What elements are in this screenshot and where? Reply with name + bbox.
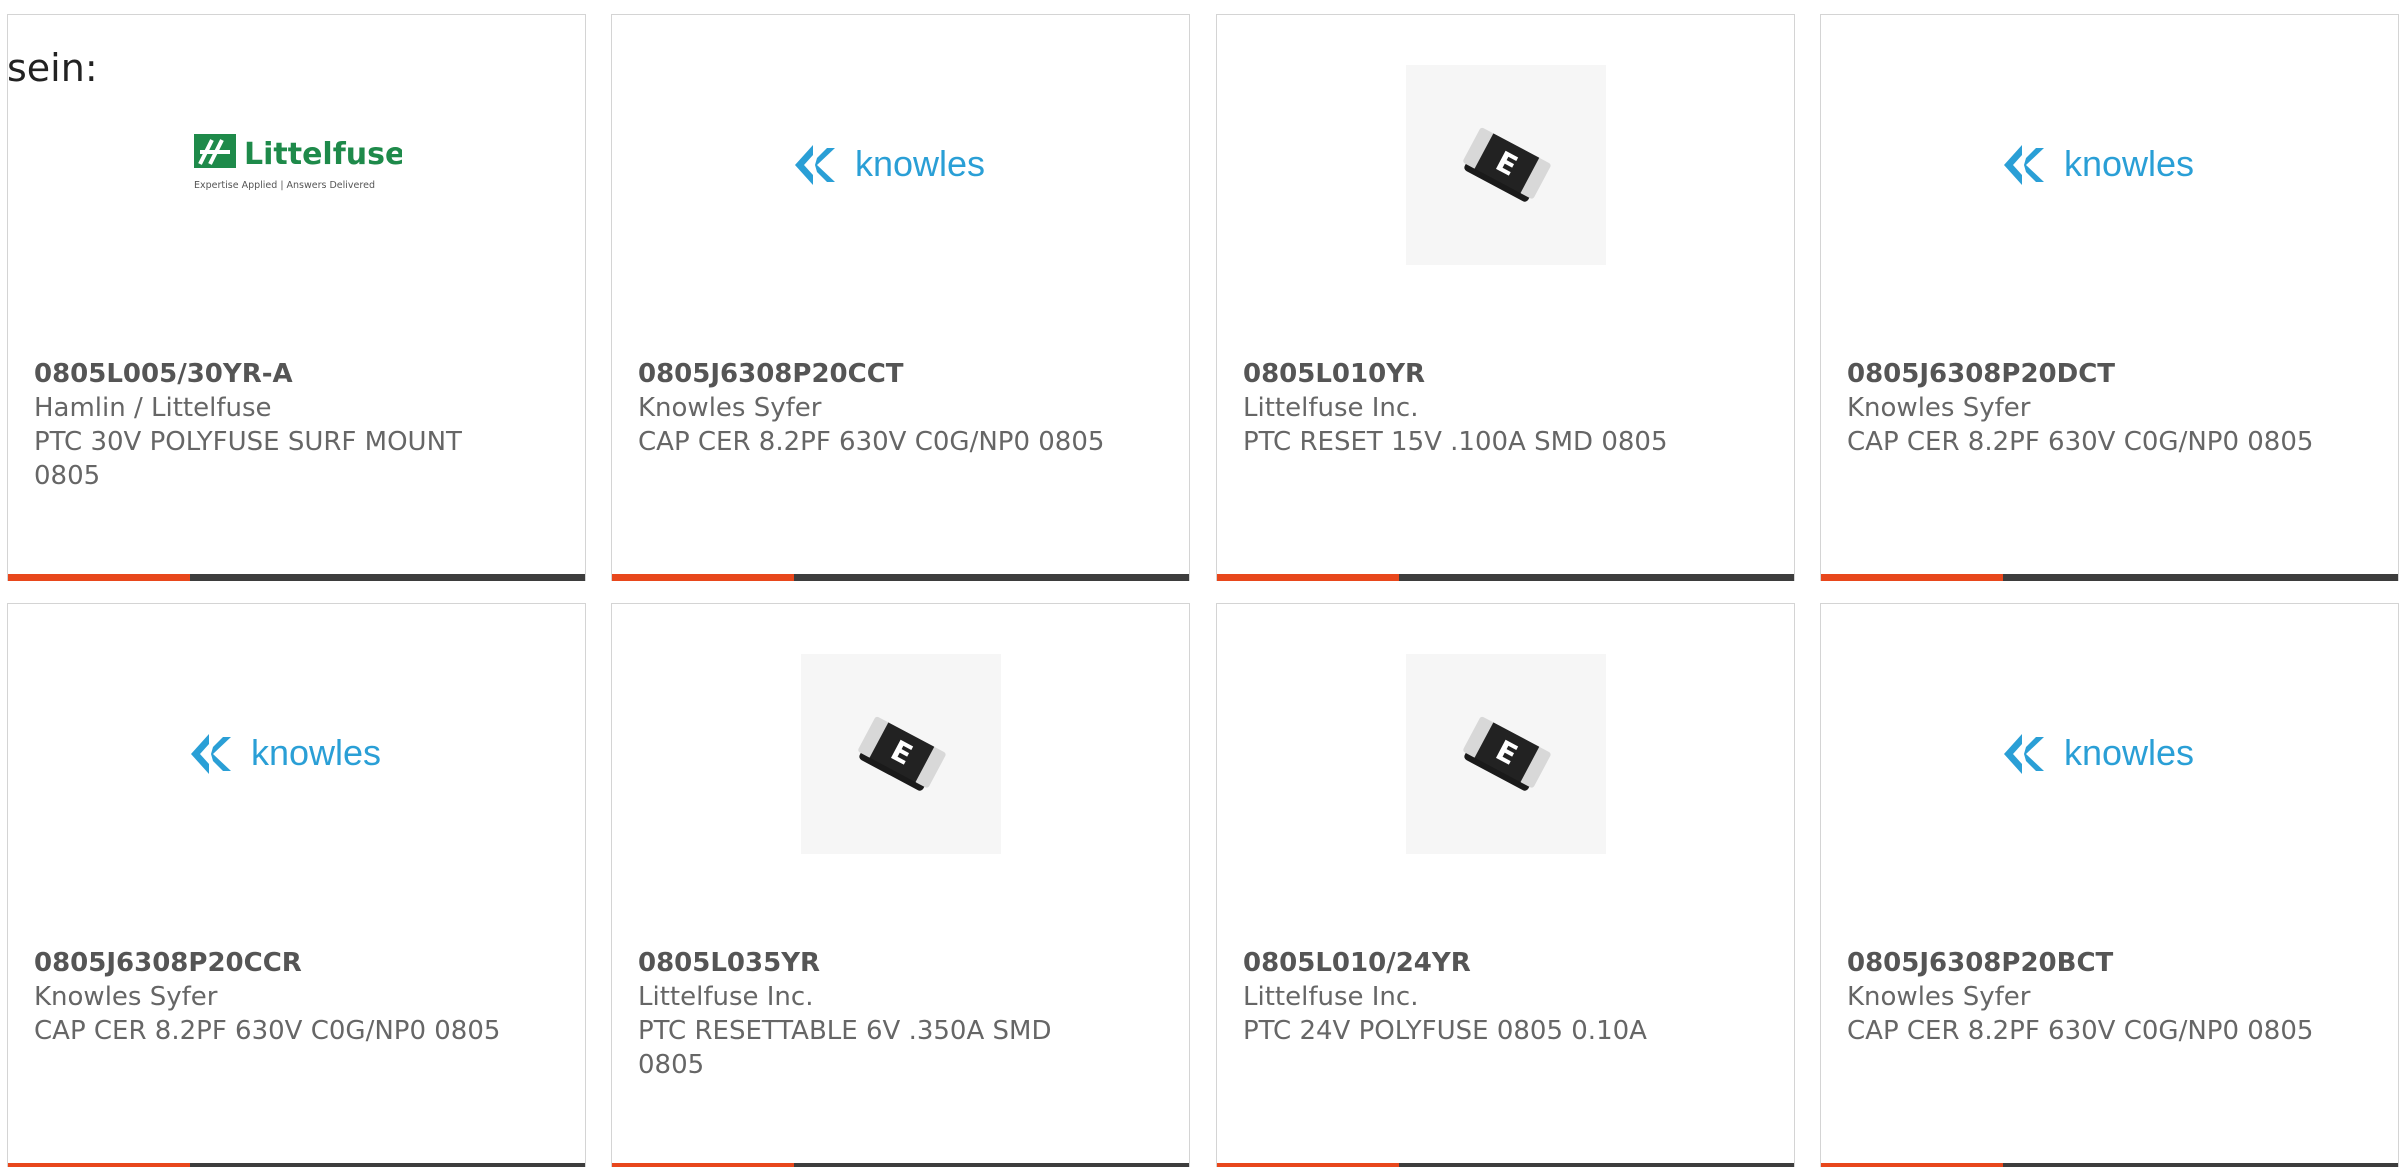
card-bottom-accent (1821, 574, 2003, 581)
product-description: CAP CER 8.2PF 630V C0G/NP0 0805 (1847, 1016, 2314, 1046)
card-bottom-accent (1217, 574, 1399, 581)
manufacturer-name: Littelfuse Inc. (1243, 982, 1419, 1012)
product-description: PTC 24V POLYFUSE 0805 0.10A (1243, 1016, 1647, 1046)
littelfuse-logo-text: Littelfuse (244, 137, 402, 172)
card-bottom-accent (8, 574, 190, 581)
product-description: CAP CER 8.2PF 630V C0G/NP0 0805 (638, 427, 1105, 457)
card-bottom-bar (612, 1163, 1189, 1167)
product-description: PTC 30V POLYFUSE SURF MOUNT 0805 (34, 427, 462, 491)
card-bottom-bar (8, 1163, 585, 1167)
manufacturer-name: Knowles Syfer (34, 982, 218, 1012)
card-bottom-accent (1821, 1163, 2003, 1167)
product-card[interactable]: knowles 0805J6308P20DCT Knowles Syfer CAP C… (1820, 14, 2399, 581)
product-info: 0805J6308P20CCR Knowles Syfer CAP CER 8.2P… (34, 946, 565, 1048)
part-number-link[interactable]: 0805J6308P20DCT (1847, 357, 2378, 391)
manufacturer-name: Littelfuse Inc. (1243, 393, 1419, 423)
manufacturer-name: Knowles Syfer (1847, 393, 2031, 423)
product-grid-page: sein: Littelfuse Expertise Applied | Answ… (0, 0, 2400, 1167)
manufacturer-name: Knowles Syfer (638, 393, 822, 423)
card-bottom-bar (1217, 1163, 1794, 1167)
product-image[interactable]: E (1217, 65, 1794, 265)
fuse-chip-photo: E (1405, 65, 1606, 265)
product-card[interactable]: Littelfuse Expertise Applied | Answers De… (7, 14, 586, 581)
card-bottom-accent (8, 1163, 190, 1167)
product-description: CAP CER 8.2PF 630V C0G/NP0 0805 (34, 1016, 501, 1046)
card-bottom-bar (1217, 574, 1794, 581)
product-description: CAP CER 8.2PF 630V C0G/NP0 0805 (1847, 427, 2314, 457)
product-image[interactable]: Littelfuse Expertise Applied | Answers De… (8, 65, 585, 265)
manufacturer-name: Littelfuse Inc. (638, 982, 814, 1012)
knowles-logo: knowles (791, 140, 1011, 190)
fuse-chip-photo: E (800, 654, 1001, 854)
part-number-link[interactable]: 0805L035YR (638, 946, 1169, 980)
product-card[interactable]: knowles 0805J6308P20CCR Knowles Syfer CAP C… (7, 603, 586, 1167)
product-image[interactable]: knowles (8, 654, 585, 854)
product-card[interactable]: knowles 0805J6308P20BCT Knowles Syfer CAP C… (1820, 603, 2399, 1167)
product-image[interactable]: knowles (612, 65, 1189, 265)
card-bottom-accent (612, 574, 794, 581)
product-card[interactable]: E 0805L010YR Littelfuse Inc. PTC RESET 15V … (1216, 14, 1795, 581)
product-image[interactable]: knowles (1821, 654, 2398, 854)
product-info: 0805J6308P20BCT Knowles Syfer CAP CER 8.2P… (1847, 946, 2378, 1048)
part-number-link[interactable]: 0805L005/30YR-A (34, 357, 565, 391)
product-image[interactable]: E (1217, 654, 1794, 854)
product-info: 0805L010YR Littelfuse Inc. PTC RESET 15V .… (1243, 357, 1774, 459)
knowles-logo: knowles (187, 729, 407, 779)
card-bottom-bar (1821, 574, 2398, 581)
product-info: 0805J6308P20CCT Knowles Syfer CAP CER 8.2P… (638, 357, 1169, 459)
part-number-link[interactable]: 0805L010YR (1243, 357, 1774, 391)
product-card[interactable]: E 0805L035YR Littelfuse Inc. PTC RESETTABLE… (611, 603, 1190, 1167)
product-card[interactable]: knowles 0805J6308P20CCT Knowles Syfer CAP C… (611, 14, 1190, 581)
card-bottom-bar (8, 574, 585, 581)
card-bottom-accent (1217, 1163, 1399, 1167)
knowles-logo-text: knowles (251, 732, 381, 773)
product-card[interactable]: E 0805L010/24YR Littelfuse Inc. PTC 24V POL… (1216, 603, 1795, 1167)
littelfuse-logo: Littelfuse Expertise Applied | Answers De… (192, 130, 402, 200)
card-bottom-bar (612, 574, 1189, 581)
knowles-logo-text: knowles (2064, 732, 2194, 773)
fuse-chip-photo: E (1405, 654, 1606, 854)
product-description: PTC RESETTABLE 6V .350A SMD 0805 (638, 1016, 1052, 1080)
product-info: 0805J6308P20DCT Knowles Syfer CAP CER 8.2P… (1847, 357, 2378, 459)
littelfuse-tagline: Expertise Applied | Answers Delivered (194, 180, 375, 191)
manufacturer-name: Hamlin / Littelfuse (34, 393, 272, 423)
product-info: 0805L035YR Littelfuse Inc. PTC RESETTABLE … (638, 946, 1169, 1082)
knowles-logo: knowles (2000, 140, 2220, 190)
knowles-logo-text: knowles (2064, 143, 2194, 184)
knowles-logo-text: knowles (855, 143, 985, 184)
intro-text: sein: (7, 46, 98, 90)
product-info: 0805L010/24YR Littelfuse Inc. PTC 24V POLY… (1243, 946, 1774, 1048)
knowles-logo: knowles (2000, 729, 2220, 779)
product-image[interactable]: E (612, 654, 1189, 854)
part-number-link[interactable]: 0805J6308P20CCT (638, 357, 1169, 391)
product-description: PTC RESET 15V .100A SMD 0805 (1243, 427, 1668, 457)
product-image[interactable]: knowles (1821, 65, 2398, 265)
part-number-link[interactable]: 0805J6308P20BCT (1847, 946, 2378, 980)
product-info: 0805L005/30YR-A Hamlin / Littelfuse PTC 30… (34, 357, 565, 493)
card-bottom-accent (612, 1163, 794, 1167)
card-bottom-bar (1821, 1163, 2398, 1167)
manufacturer-name: Knowles Syfer (1847, 982, 2031, 1012)
part-number-link[interactable]: 0805J6308P20CCR (34, 946, 565, 980)
part-number-link[interactable]: 0805L010/24YR (1243, 946, 1774, 980)
